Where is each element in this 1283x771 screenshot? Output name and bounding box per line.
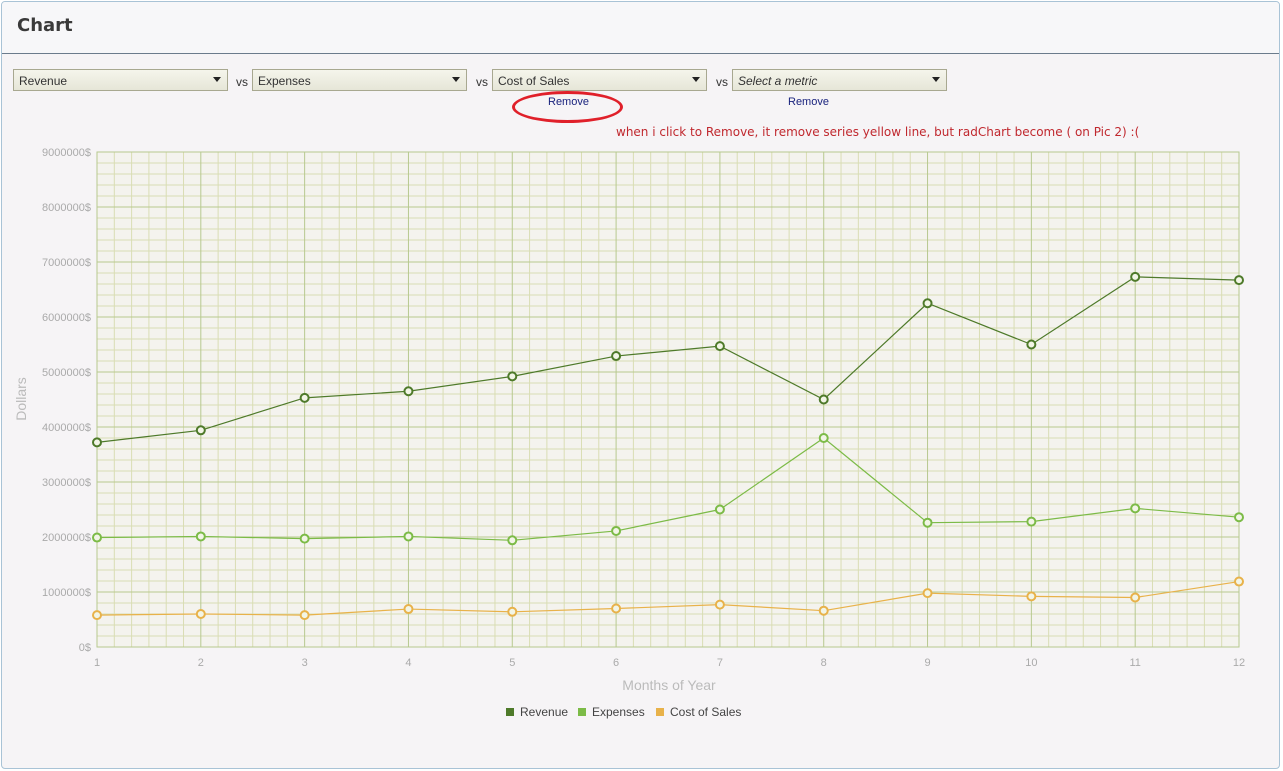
expenses-data-point (507, 535, 518, 546)
y-tick-label: 2000000$ (42, 532, 91, 544)
expenses-data-point (714, 504, 725, 515)
cost-of-sales-legend-label: Cost of Sales (670, 705, 741, 719)
cost-of-sales-data-point (611, 603, 622, 614)
chart-legend: Revenue Expenses Cost of Sales (506, 705, 741, 719)
x-tick-label: 1 (94, 657, 100, 669)
cost-of-sales-data-point (922, 588, 933, 599)
expenses-data-point (1130, 503, 1141, 514)
x-tick-label: 12 (1233, 657, 1245, 669)
x-tick-label: 7 (717, 657, 723, 669)
expenses-data-point (1234, 512, 1244, 523)
cost-of-sales-data-point (299, 610, 310, 621)
cost-of-sales-data-point (403, 604, 414, 615)
y-tick-label: 9000000$ (42, 147, 91, 159)
revenue-data-point (818, 394, 829, 405)
revenue-data-point (922, 298, 933, 309)
expenses-data-point (92, 532, 102, 543)
cost-of-sales-data-point (507, 606, 518, 617)
revenue-data-point (714, 341, 725, 352)
expenses-data-point (818, 433, 829, 443)
x-tick-label: 10 (1025, 657, 1037, 669)
cost-of-sales-data-point (1234, 576, 1244, 587)
x-axis-title: Months of Year (622, 677, 716, 693)
x-tick-label: 8 (821, 657, 827, 669)
expenses-data-point (611, 525, 622, 536)
revenue-data-point (611, 351, 622, 362)
cost-of-sales-data-point (1130, 592, 1141, 603)
revenue-data-point (92, 437, 102, 448)
revenue-legend-label: Revenue (520, 705, 568, 719)
expenses-data-point (922, 517, 933, 528)
cost-of-sales-data-point (1026, 591, 1037, 602)
revenue-data-point (1026, 339, 1037, 350)
x-tick-label: 6 (613, 657, 619, 669)
x-tick-label: 3 (302, 657, 308, 669)
chart-grid (96, 151, 1240, 648)
x-tick-label: 2 (198, 657, 204, 669)
y-tick-label: 8000000$ (42, 202, 91, 214)
cost-of-sales-data-point (92, 610, 102, 621)
cost-of-sales-legend-swatch (656, 708, 664, 716)
y-tick-label: 0$ (79, 642, 91, 654)
cost-of-sales-data-point (714, 599, 725, 610)
x-tick-label: 11 (1129, 657, 1140, 669)
y-tick-label: 3000000$ (42, 477, 91, 489)
cost-of-sales-data-point (195, 609, 206, 619)
expenses-data-point (403, 531, 414, 542)
x-tick-label: 9 (924, 657, 930, 669)
revenue-data-point (1130, 271, 1141, 282)
x-tick-label: 4 (405, 657, 411, 669)
y-tick-label: 5000000$ (42, 367, 91, 379)
revenue-data-point (299, 392, 310, 403)
y-tick-label: 6000000$ (42, 312, 91, 324)
line-chart: 0$ 1000000$ 2000000$ 3000000$ 4000000$ 500000… (13, 147, 1245, 719)
cost-of-sales-data-point (818, 605, 829, 616)
revenue-legend-swatch (506, 708, 514, 716)
x-tick-label: 5 (509, 657, 515, 669)
revenue-data-point (195, 425, 206, 436)
expenses-data-point (1026, 516, 1037, 527)
revenue-data-point (507, 371, 518, 382)
y-tick-label: 7000000$ (42, 257, 91, 269)
expenses-legend-swatch (578, 708, 586, 716)
expenses-data-point (299, 533, 310, 544)
y-tick-label: 4000000$ (42, 422, 91, 434)
expenses-data-point (195, 531, 206, 542)
y-axis-title: Dollars (13, 377, 29, 421)
y-tick-label: 1000000$ (42, 587, 91, 599)
expenses-legend-label: Expenses (592, 705, 645, 719)
revenue-data-point (403, 386, 414, 397)
revenue-data-point (1234, 275, 1244, 286)
